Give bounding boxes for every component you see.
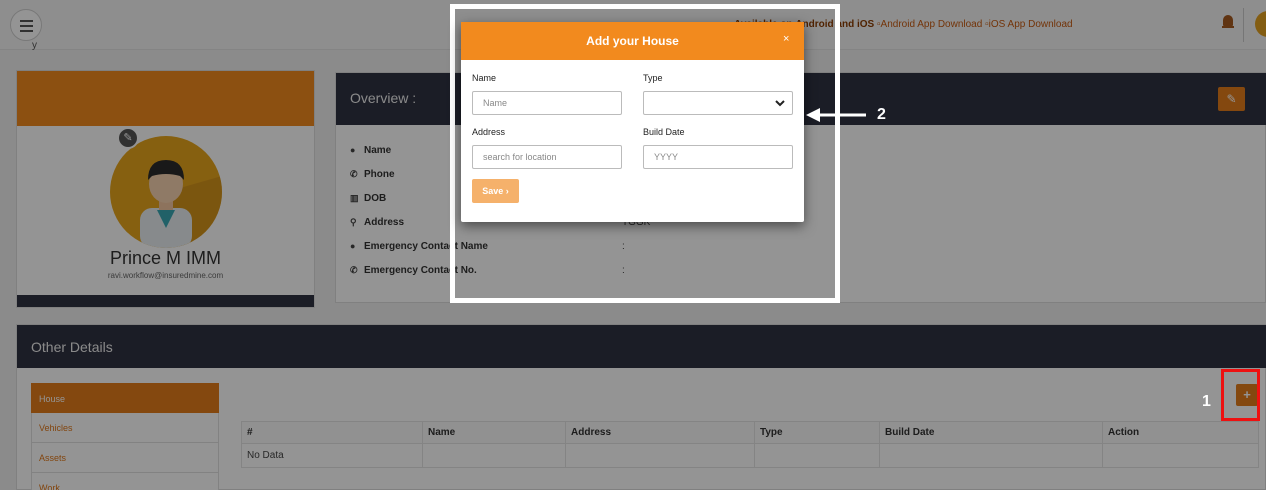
build-date-label: Build Date <box>643 127 685 137</box>
add-house-modal: Add your House × Name Name Type Address … <box>461 22 804 222</box>
name-input[interactable]: Name <box>472 91 622 115</box>
annotation-label-2: 2 <box>877 106 886 123</box>
annotation-label-1: 1 <box>1202 393 1211 410</box>
close-icon[interactable]: × <box>783 33 795 47</box>
type-select[interactable] <box>643 91 793 115</box>
chevron-down-icon <box>775 100 785 107</box>
address-input[interactable]: search for location <box>472 145 622 169</box>
build-date-input[interactable]: YYYY <box>643 145 793 169</box>
save-button[interactable]: Save › <box>472 179 519 203</box>
name-label: Name <box>472 73 497 83</box>
modal-title: Add your House <box>586 34 679 48</box>
address-label: Address <box>472 127 506 137</box>
highlight-box <box>1221 369 1260 421</box>
type-label: Type <box>643 73 663 83</box>
annotation-arrow-icon <box>806 108 866 122</box>
modal-header: Add your House × <box>461 22 804 60</box>
